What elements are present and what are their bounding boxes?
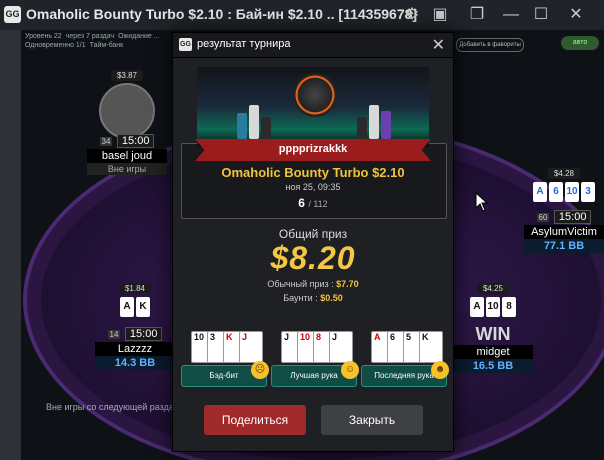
regular-prize-label: Обычный приз : — [267, 279, 334, 289]
maximize-icon[interactable]: ☐ — [531, 5, 551, 25]
player-stack: $1.84 — [118, 283, 152, 294]
chip-stack-icon — [249, 105, 259, 139]
bounty-label: Баунти : — [283, 293, 318, 303]
player-bb: 77.1 BB — [524, 239, 604, 253]
hole-card: K — [136, 297, 150, 317]
player-stack: $4.25 — [476, 283, 510, 294]
hole-card: 10 — [565, 182, 579, 202]
title-bar: GG Omaholic Bounty Turbo $2.10 : Бай-ин … — [0, 0, 604, 31]
player-name: Lazzzz — [95, 342, 175, 356]
regular-prize-line: Обычный приз : $7.70 — [173, 279, 453, 289]
dialog-title: результат турнира — [197, 38, 291, 50]
table-view-icon[interactable]: ▣ — [430, 5, 450, 25]
chip-stack-icon — [237, 113, 247, 139]
hole-card: 8 — [502, 297, 516, 317]
timer: 15:00 — [124, 327, 163, 341]
hole-card: A — [470, 297, 484, 317]
hole-card: 3 — [581, 182, 595, 202]
player-seat-asylum[interactable]: $4.28 A 6 10 3 60 15:00 AsylumVictim 77.1 B… — [524, 163, 604, 253]
seat-number: 60 — [536, 213, 550, 222]
laughing-face-icon: ☺ — [341, 361, 359, 379]
tables-count-text: Одновременно 1/1 — [25, 42, 86, 49]
regular-prize-value: $7.70 — [336, 279, 359, 289]
table-info: Уровень 22 через 7 раздач Ожидание ... Одн… — [25, 32, 164, 50]
chip-stack-icon — [357, 117, 367, 139]
close-window-icon[interactable]: ✕ — [566, 5, 586, 25]
wink-face-icon: ☻ — [431, 361, 449, 379]
award-cards: 10 3 K J — [187, 331, 263, 367]
app-logo: GG — [4, 6, 21, 23]
player-name: AsylumVictim — [524, 225, 604, 239]
level-text: Уровень 22 — [25, 33, 62, 40]
seat-number: 34 — [99, 137, 113, 146]
chip-stack-icon — [381, 111, 391, 139]
award-best-hand[interactable]: J 10 8 J Лучшая рука ☺ — [271, 331, 359, 389]
player-stack: $3.87 — [110, 70, 144, 81]
hole-card: 10 — [486, 297, 500, 317]
timer: 15:00 — [116, 134, 155, 148]
chip-stack-icon — [369, 105, 379, 139]
award-cards: J 10 8 J — [277, 331, 353, 367]
player-name: midget — [453, 345, 533, 359]
bounty-line: Баунти : $0.50 — [173, 293, 453, 303]
share-button[interactable]: Поделиться — [204, 405, 306, 435]
seat-number: 14 — [107, 330, 121, 339]
award-last-hand[interactable]: A 6 5 K Последняя рука ☻ — [361, 331, 449, 389]
close-icon[interactable]: ✕ — [432, 35, 445, 55]
player-bb: 16.5 BB — [453, 359, 533, 373]
mouse-cursor-icon — [475, 192, 489, 212]
timebank-text: Тайм-банк — [89, 42, 124, 49]
place-total: / 112 — [308, 199, 328, 209]
close-button[interactable]: Закрыть — [321, 405, 423, 435]
bounty-value: $0.50 — [320, 293, 343, 303]
award-bad-beat[interactable]: 10 3 K J Бэд-бит ☹ — [181, 331, 269, 389]
waiting-text: Ожидание ... — [118, 33, 160, 40]
chip-icon — [293, 73, 337, 117]
card: J — [239, 331, 263, 363]
tournament-date: ноя 25, 09:35 — [285, 182, 341, 192]
favorites-button[interactable]: Добавить в фавориты — [456, 38, 524, 52]
chip-stack-icon — [261, 117, 271, 139]
chips-banner-image — [197, 67, 429, 147]
dialog-header: GG результат турнира ✕ — [173, 33, 453, 58]
finish-place: 6 / 112 — [181, 196, 445, 210]
minimize-icon[interactable]: — — [501, 5, 521, 25]
win-badge: WIN — [475, 324, 511, 344]
player-seat-basel[interactable]: $3.87 34 15:00 basel joud Вне игры — [87, 65, 167, 175]
award-cards: A 6 5 K — [367, 331, 443, 367]
player-bb: 14.3 BB — [95, 356, 175, 370]
auto-toggle[interactable]: авто — [561, 36, 599, 50]
hole-card: A — [533, 182, 547, 202]
player-stack: $4.28 — [547, 168, 581, 179]
player-seat-midget[interactable]: $4.25 A 10 8 WIN midget 16.5 BB — [453, 278, 533, 373]
card: J — [329, 331, 353, 363]
player-status: Вне игры — [87, 163, 167, 175]
tournament-result-dialog: GG результат турнира ✕ pppprizrakkk Omah… — [172, 32, 454, 452]
tournament-name: Omaholic Bounty Turbo $2.10 — [221, 165, 405, 180]
player-name-ribbon: pppprizrakkk — [278, 143, 348, 155]
sit-out-checkbox-label[interactable]: Вне игры со следующей раздачи — [46, 402, 183, 412]
side-strip — [0, 30, 21, 460]
total-prize-label: Общий приз — [278, 227, 348, 241]
dialog-logo: GG — [179, 38, 192, 51]
card: K — [419, 331, 443, 363]
window-title: Omaholic Bounty Turbo $2.10 : Бай-ин $2.… — [26, 6, 418, 22]
player-name: basel joud — [87, 149, 167, 163]
tile-windows-icon[interactable]: ❐ — [467, 5, 487, 25]
next-level-text: через 7 раздач — [65, 33, 115, 40]
player-seat-lazzzz[interactable]: $1.84 AK 14 15:00 Lazzzz 14.3 BB — [95, 278, 175, 370]
sad-face-icon: ☹ — [251, 361, 269, 379]
gear-icon[interactable]: ⚙ — [402, 5, 422, 25]
hole-card: A — [120, 297, 134, 317]
timer: 15:00 — [553, 210, 592, 224]
place-number: 6 — [298, 196, 305, 210]
total-prize-amount: $8.20 — [270, 240, 356, 276]
hole-card: 6 — [549, 182, 563, 202]
